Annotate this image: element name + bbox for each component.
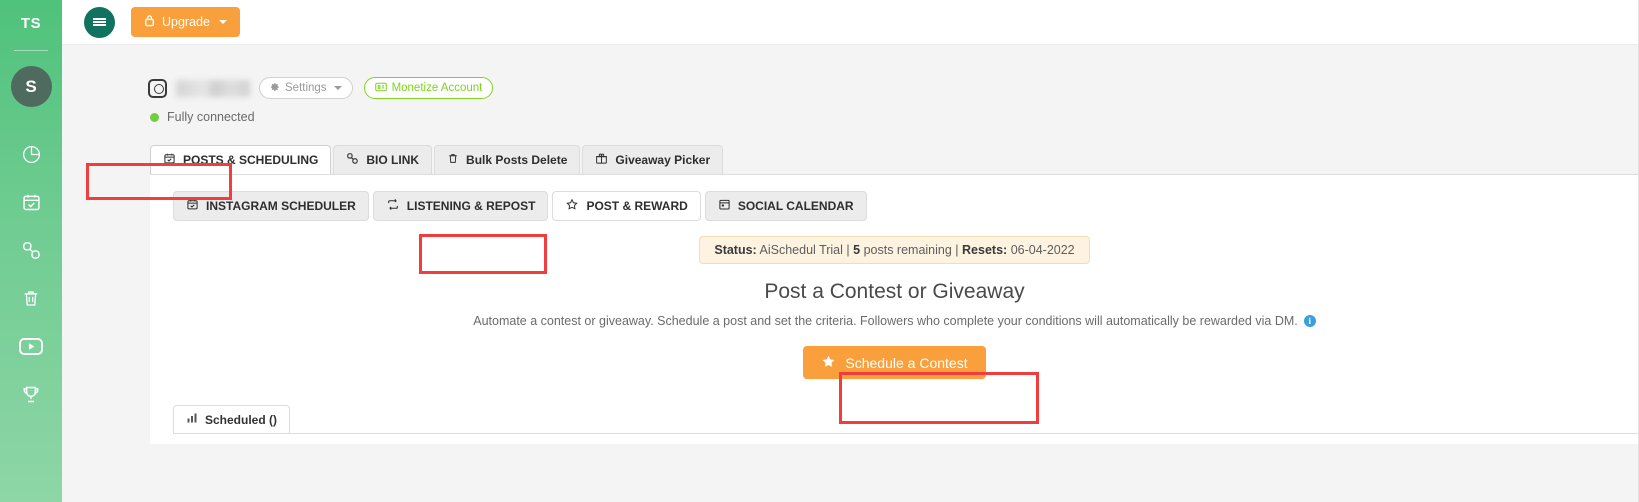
tab-giveaway-picker[interactable]: Giveaway Picker xyxy=(582,145,724,174)
sidebar-item-scheduler[interactable] xyxy=(11,187,51,217)
subtab-instagram-scheduler[interactable]: INSTAGRAM SCHEDULER xyxy=(173,191,369,221)
card-icon xyxy=(374,82,387,95)
tab-label: POSTS & SCHEDULING xyxy=(183,153,319,167)
page-title: Post a Contest or Giveaway xyxy=(764,280,1025,303)
sidebar-nav xyxy=(0,139,62,409)
tab-posts-and-scheduling[interactable]: POSTS & SCHEDULING xyxy=(150,145,332,174)
subtab-label: POST & REWARD xyxy=(586,199,688,213)
hamburger-icon[interactable] xyxy=(84,6,115,38)
instagram-icon xyxy=(148,78,167,98)
sidebar-item-bio-link[interactable] xyxy=(11,235,51,265)
resets-label: Resets: xyxy=(962,243,1008,257)
upgrade-button[interactable]: Upgrade xyxy=(131,7,240,37)
lock-icon xyxy=(144,14,155,30)
sub-tabs: INSTAGRAM SCHEDULER LISTENING & REPOST P… xyxy=(150,191,1639,221)
monetize-account-button[interactable]: Monetize Account xyxy=(363,77,494,99)
status-separator-2: | xyxy=(955,243,959,257)
cta-wrap: Schedule a Contest xyxy=(150,346,1639,379)
status-dot-icon xyxy=(150,112,159,122)
status-separator-1: | xyxy=(846,243,850,257)
link-chain-icon xyxy=(346,152,359,168)
primary-tabs: POSTS & SCHEDULING BIO LINK Bulk Posts D… xyxy=(62,145,1639,174)
sidebar-divider xyxy=(14,50,48,51)
tab-bio-link[interactable]: BIO LINK xyxy=(333,145,433,174)
trial-status-banner-wrap: Status: AiSchedul Trial | 5 posts remain… xyxy=(150,236,1639,264)
subtab-post-and-reward[interactable]: POST & REWARD xyxy=(552,191,701,221)
info-icon[interactable]: i xyxy=(1303,315,1316,327)
calendar-icon xyxy=(186,198,199,214)
scheduled-tab-row: Scheduled () xyxy=(150,405,1639,433)
chevron-down-icon xyxy=(218,20,227,24)
account-header: Settings Monetize Account xyxy=(62,45,1639,99)
pie-chart-icon xyxy=(21,144,42,165)
resets-value: 06-04-2022 xyxy=(1010,243,1075,257)
avatar[interactable]: S xyxy=(10,66,52,107)
top-bar: Upgrade xyxy=(62,0,1639,45)
youtube-icon xyxy=(19,337,43,356)
star-filled-icon xyxy=(821,354,836,372)
gift-icon xyxy=(595,152,608,168)
scheduled-tab[interactable]: Scheduled () xyxy=(173,405,291,433)
subtab-label: SOCIAL CALENDAR xyxy=(737,199,854,213)
star-outline-icon xyxy=(565,198,579,214)
sidebar-item-analytics[interactable] xyxy=(11,139,51,169)
panel: INSTAGRAM SCHEDULER LISTENING & REPOST P… xyxy=(150,174,1639,444)
app-window: TS S Upgrade Settings Monetize Account F… xyxy=(0,0,1639,502)
subtab-label: INSTAGRAM SCHEDULER xyxy=(206,199,356,213)
main-area: Upgrade Settings Monetize Account Fully … xyxy=(62,0,1639,502)
posts-remaining-count: 5 xyxy=(853,243,861,257)
chevron-down-icon xyxy=(333,86,342,90)
subtab-social-calendar[interactable]: SOCIAL CALENDAR xyxy=(704,191,867,221)
tab-label: Giveaway Picker xyxy=(615,153,711,167)
settings-button[interactable]: Settings xyxy=(259,77,353,99)
schedule-contest-button[interactable]: Schedule a Contest xyxy=(803,346,986,379)
calendar-check-icon xyxy=(21,192,42,213)
link-chain-icon xyxy=(21,240,42,261)
trash-icon xyxy=(21,288,41,309)
settings-button-label: Settings xyxy=(285,82,327,94)
account-name-masked xyxy=(176,79,250,97)
trash-icon xyxy=(447,152,459,168)
page-description-row: Automate a contest or giveaway. Schedule… xyxy=(150,314,1639,328)
posts-remaining-text: posts remaining xyxy=(863,243,952,257)
tab-bulk-posts-delete[interactable]: Bulk Posts Delete xyxy=(434,145,581,174)
bar-chart-icon xyxy=(186,412,198,427)
calendar-check-icon xyxy=(163,152,176,168)
calendar-grid-icon xyxy=(718,198,731,214)
connection-status-label: Fully connected xyxy=(167,110,255,124)
scheduled-tab-label: Scheduled () xyxy=(205,412,278,427)
trophy-icon xyxy=(20,384,42,405)
upgrade-button-label: Upgrade xyxy=(162,15,210,29)
sidebar-item-youtube[interactable] xyxy=(11,331,51,361)
sidebar-item-bulk-delete[interactable] xyxy=(11,283,51,313)
status-value: AiSchedul Trial xyxy=(759,243,843,257)
schedule-contest-label: Schedule a Contest xyxy=(845,354,968,371)
sidebar-item-giveaway[interactable] xyxy=(11,379,51,409)
subtab-label: LISTENING & REPOST xyxy=(406,199,536,213)
subtab-listening-and-repost[interactable]: LISTENING & REPOST xyxy=(372,191,549,221)
tab-label: BIO LINK xyxy=(366,153,420,167)
trial-status-banner: Status: AiSchedul Trial | 5 posts remain… xyxy=(699,236,1090,264)
repost-icon xyxy=(386,198,400,214)
gear-icon xyxy=(270,82,280,95)
page-description: Automate a contest or giveaway. Schedule… xyxy=(473,314,1298,328)
connection-status: Fully connected xyxy=(62,99,1639,124)
tab-label: Bulk Posts Delete xyxy=(466,153,568,167)
sidebar: TS S xyxy=(0,0,62,502)
scheduled-tab-underline xyxy=(173,433,1639,434)
page-content: Settings Monetize Account Fully connecte… xyxy=(62,45,1639,502)
sidebar-brand[interactable]: TS xyxy=(0,0,62,46)
monetize-account-label: Monetize Account xyxy=(391,82,483,94)
status-label: Status: xyxy=(714,243,757,257)
